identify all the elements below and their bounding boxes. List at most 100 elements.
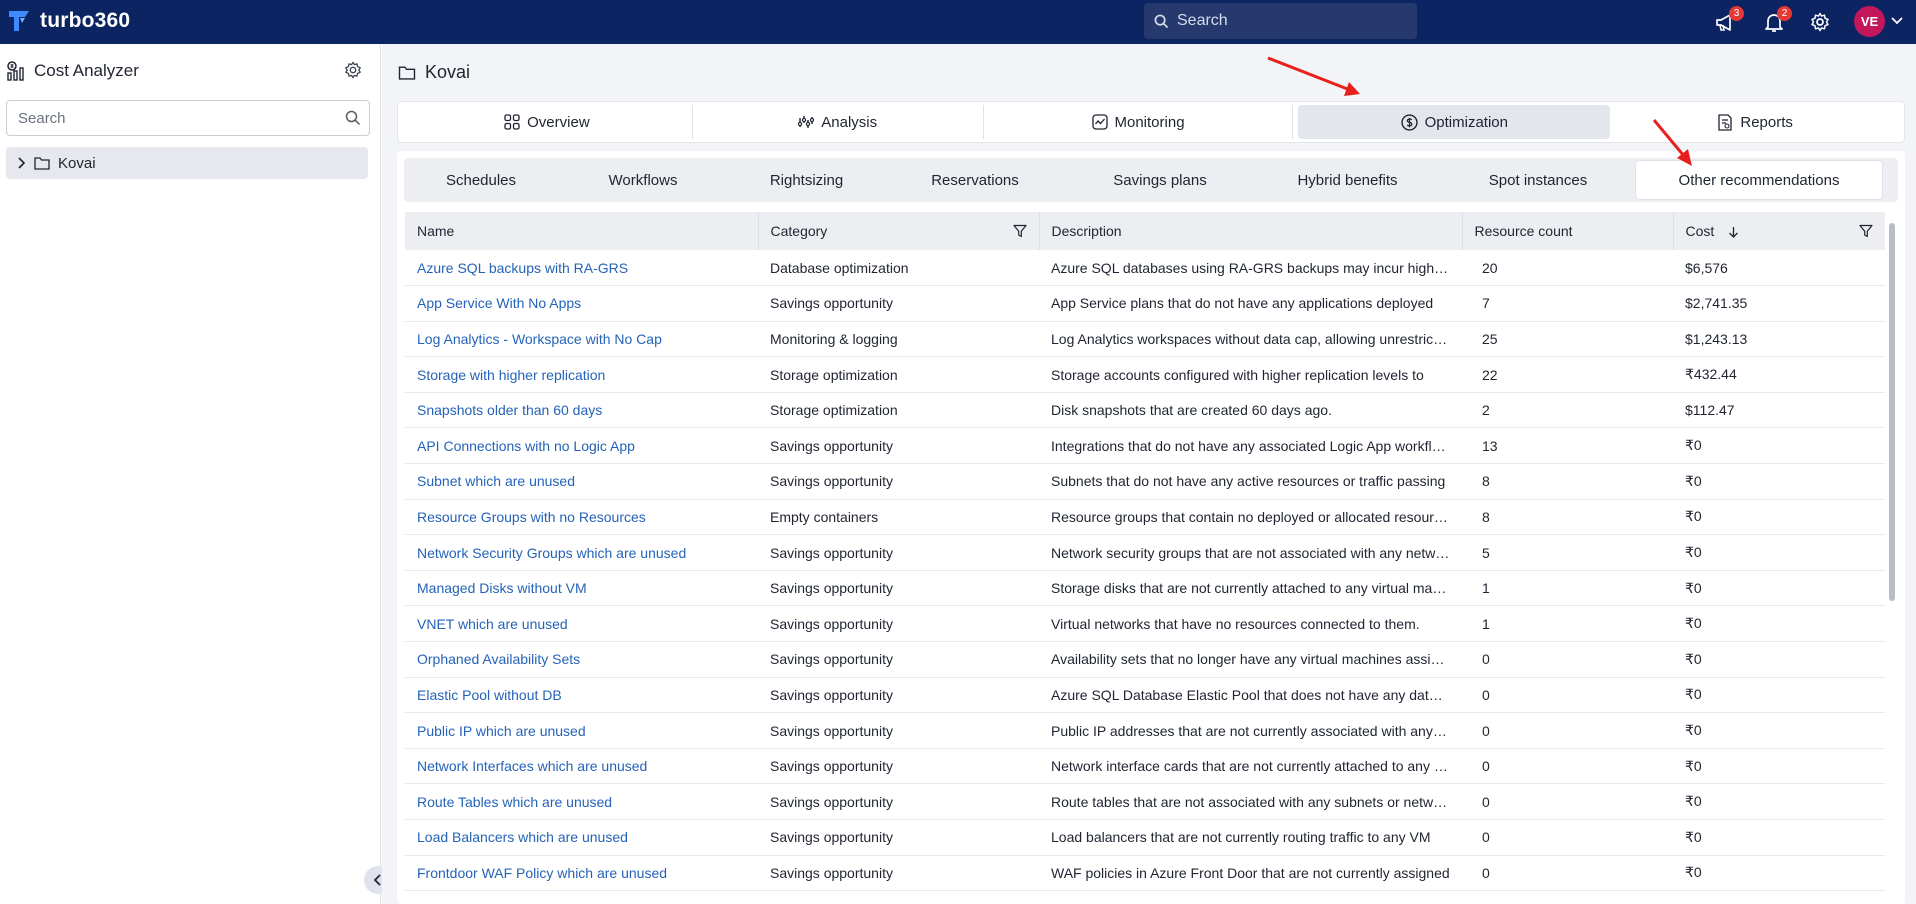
sidebar-settings-icon[interactable] xyxy=(344,61,362,79)
global-search-input[interactable]: Search xyxy=(1144,3,1417,39)
notifications-button[interactable]: 2 xyxy=(1760,6,1792,36)
table-row[interactable]: Network Security Groups which are unused… xyxy=(405,534,1885,571)
tree-item-label: Kovai xyxy=(58,154,96,172)
column-header-name[interactable]: Name xyxy=(405,212,759,250)
sidebar: Cost Analyzer Kovai xyxy=(0,44,381,904)
settings-button[interactable] xyxy=(1806,8,1834,36)
column-header-cost[interactable]: Cost xyxy=(1673,212,1885,250)
filter-icon[interactable] xyxy=(1859,224,1873,238)
table-row[interactable]: Storage with higher replication Storage o… xyxy=(405,356,1885,393)
tab-reports[interactable]: Reports xyxy=(1610,105,1900,139)
cell-name[interactable]: Snapshots older than 60 days xyxy=(405,392,758,429)
column-header-category[interactable]: Category xyxy=(758,212,1040,250)
cell-name[interactable]: Network Interfaces which are unused xyxy=(405,748,758,785)
table-row[interactable]: Elastic Pool without DB Savings opportuni… xyxy=(405,677,1885,714)
tab-optimization[interactable]: Optimization xyxy=(1298,105,1611,139)
sidebar-search-input[interactable] xyxy=(18,109,338,127)
column-header-description[interactable]: Description xyxy=(1039,212,1463,250)
user-avatar[interactable]: VE xyxy=(1854,6,1885,37)
subtab-reservations[interactable]: Reservations xyxy=(885,161,1065,199)
subtab-other-recommendations[interactable]: Other recommendations xyxy=(1636,161,1882,199)
tab-overview[interactable]: Overview xyxy=(402,105,693,139)
folder-icon xyxy=(398,66,416,80)
table-row[interactable]: Subnet which are unused Savings opportuni… xyxy=(405,463,1885,500)
subtab-rightsizing[interactable]: Rightsizing xyxy=(728,161,885,199)
cell-name[interactable]: Network Security Groups which are unused xyxy=(405,534,758,571)
table-row[interactable]: Network Interfaces which are unused Savin… xyxy=(405,748,1885,785)
cost-analyzer-icon xyxy=(7,61,24,81)
cell-category: Monitoring & logging xyxy=(758,321,1039,358)
cell-resource-count: 0 xyxy=(1462,677,1673,714)
column-header-resource-count[interactable]: Resource count xyxy=(1462,212,1674,250)
tab-label: Monitoring xyxy=(1114,113,1185,131)
subtab-spot-instances[interactable]: Spot instances xyxy=(1440,161,1636,199)
table-row[interactable]: Resource Groups with no Resources Empty c… xyxy=(405,499,1885,536)
cell-name[interactable]: Load Balancers which are unused xyxy=(405,819,758,856)
cell-category: Savings opportunity xyxy=(758,463,1039,500)
cell-category: Savings opportunity xyxy=(758,605,1039,643)
cell-name[interactable]: Resource Groups with no Resources xyxy=(405,499,758,536)
chevron-right-icon[interactable] xyxy=(16,157,26,169)
tab-analysis[interactable]: Analysis xyxy=(693,105,984,139)
cell-resource-count: 7 xyxy=(1462,285,1673,322)
table-row[interactable]: Load Balancers which are unused Savings o… xyxy=(405,819,1885,856)
cell-cost: ₹0 xyxy=(1673,499,1885,536)
cell-name[interactable]: Route Tables which are unused xyxy=(405,783,758,820)
column-header-label: Resource count xyxy=(1474,223,1573,239)
cell-category: Storage optimization xyxy=(758,356,1039,393)
table-row[interactable]: Snapshots older than 60 days Storage opti… xyxy=(405,392,1885,429)
cell-description: Public IP addresses that are not current… xyxy=(1039,712,1462,749)
table-scrollbar[interactable] xyxy=(1888,213,1896,901)
scrollbar-thumb[interactable] xyxy=(1889,223,1895,601)
cell-name[interactable]: Elastic Pool without DB xyxy=(405,677,758,714)
subtab-label: Schedules xyxy=(445,171,517,189)
table-row[interactable]: Log Analytics - Workspace with No Cap Mon… xyxy=(405,321,1885,358)
cell-cost: ₹0 xyxy=(1673,534,1885,571)
table-row[interactable]: Frontdoor WAF Policy which are unused Sav… xyxy=(405,855,1885,892)
subtab-schedules[interactable]: Schedules xyxy=(404,161,558,199)
subtab-hybrid-benefits[interactable]: Hybrid benefits xyxy=(1255,161,1440,199)
cell-name[interactable]: VNET which are unused xyxy=(405,605,758,643)
announcements-button[interactable]: 3 xyxy=(1712,6,1744,36)
cell-category: Savings opportunity xyxy=(758,783,1039,820)
cell-name[interactable]: Frontdoor WAF Policy which are unused xyxy=(405,855,758,892)
cell-description: Network interface cards that are not cur… xyxy=(1039,748,1462,785)
cell-name[interactable]: Orphaned Availability Sets xyxy=(405,641,758,678)
table-row[interactable]: VNET which are unused Savings opportunity… xyxy=(405,605,1885,643)
tree-item-kovai[interactable]: Kovai xyxy=(6,147,368,179)
cell-description: Azure SQL Database Elastic Pool that doe… xyxy=(1039,677,1462,714)
cell-name[interactable]: App Service With No Apps xyxy=(405,285,758,322)
cell-category: Database optimization xyxy=(758,250,1039,287)
sort-descending-icon[interactable] xyxy=(1728,226,1739,239)
table-row[interactable]: Orphaned Availability Sets Savings opport… xyxy=(405,641,1885,678)
cell-name[interactable]: Subnet which are unused xyxy=(405,463,758,500)
subtab-workflows[interactable]: Workflows xyxy=(558,161,728,199)
logo[interactable]: turbo360 xyxy=(8,9,130,33)
cell-resource-count: 8 xyxy=(1462,463,1673,500)
cell-category: Savings opportunity xyxy=(758,819,1039,856)
cell-category: Empty containers xyxy=(758,499,1039,536)
tab-monitoring[interactable]: Monitoring xyxy=(984,105,1294,139)
table-header-row: Name Category Description Resource count… xyxy=(405,212,1885,250)
subtab-label: Savings plans xyxy=(1113,171,1207,189)
monitoring-icon xyxy=(1091,114,1108,130)
table-row[interactable]: API Connections with no Logic App Savings… xyxy=(405,427,1885,465)
table-row[interactable]: Route Tables which are unused Savings opp… xyxy=(405,783,1885,820)
filter-icon[interactable] xyxy=(1012,224,1027,238)
cell-name[interactable]: Public IP which are unused xyxy=(405,712,758,749)
cell-name[interactable]: Managed Disks without VM xyxy=(405,570,758,607)
cell-cost: ₹0 xyxy=(1673,605,1885,643)
subtab-savings-plans[interactable]: Savings plans xyxy=(1065,161,1255,199)
table-row[interactable]: Managed Disks without VM Savings opportun… xyxy=(405,570,1885,607)
table-row[interactable]: Public IP which are unused Savings opport… xyxy=(405,712,1885,749)
sidebar-header: Cost Analyzer xyxy=(6,60,139,82)
cell-name[interactable]: Log Analytics - Workspace with No Cap xyxy=(405,321,758,358)
cell-name[interactable]: API Connections with no Logic App xyxy=(405,427,758,465)
cell-name[interactable]: Storage with higher replication xyxy=(405,356,758,393)
cell-name[interactable]: Azure SQL backups with RA-GRS xyxy=(405,250,758,287)
table-row[interactable]: Azure SQL backups with RA-GRS Database op… xyxy=(405,250,1885,287)
cell-category: Savings opportunity xyxy=(758,748,1039,785)
report-icon xyxy=(1718,113,1733,131)
chevron-down-icon[interactable] xyxy=(1890,13,1904,27)
table-row[interactable]: App Service With No Apps Savings opportun… xyxy=(405,285,1885,322)
